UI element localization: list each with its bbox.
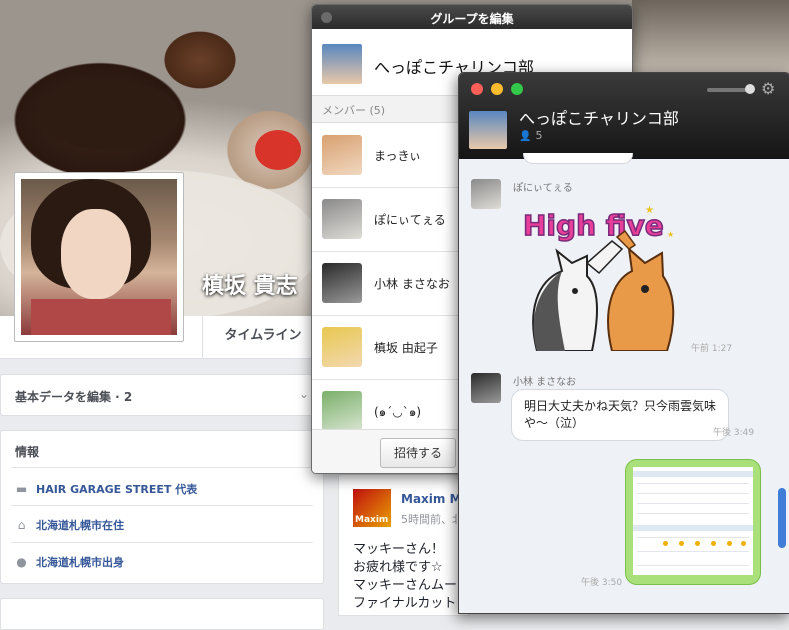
previous-message-bubble <box>523 153 633 164</box>
chat-group-name: へっぽこチャリンコ部 <box>519 109 679 128</box>
message-time: 午前 1:27 <box>691 344 733 354</box>
home-icon: ⌂ <box>17 517 26 532</box>
zoom-button[interactable] <box>511 83 523 95</box>
avatar[interactable] <box>471 179 501 209</box>
info-item-hometown[interactable]: ● 北海道札幌市出身 <box>15 552 124 572</box>
avatar[interactable]: Maxim <box>353 489 391 527</box>
tab-timeline[interactable]: タイムライン <box>202 316 323 358</box>
info-card: 情報 ▬ HAIR GARAGE STREET 代表 ⌂ 北海道札幌市在住 ● … <box>0 430 324 584</box>
avatar <box>322 199 362 239</box>
member-count[interactable]: 👤 5 <box>519 129 542 142</box>
group-avatar <box>469 111 507 149</box>
close-button[interactable] <box>471 83 483 95</box>
message-bubble[interactable]: 明日大丈夫かね天気？只今雨雲気味や〜（泣） <box>511 389 729 441</box>
basic-data-card[interactable]: 基本データを編集 · 2 ⌄ <box>0 374 324 416</box>
profile-photo <box>21 179 177 335</box>
message-time: 午後 3:49 <box>713 428 755 438</box>
member-name: ぽにぃてぇる <box>374 213 446 227</box>
chat-window: ⚙ へっぽこチャリンコ部 👤 5 ぽにぃてぇる High five ★ ★ 午前 1… <box>458 72 789 614</box>
avatar <box>322 327 362 367</box>
briefcase-icon: ▬ <box>15 481 28 496</box>
high-five-sticker[interactable]: High five ★ ★ <box>517 201 687 351</box>
info-header: 情報 <box>15 445 40 459</box>
info-item-work[interactable]: ▬ HAIR GARAGE STREET 代表 <box>15 479 197 499</box>
member-name: まっきぃ <box>374 149 422 163</box>
message-sender: 小林 まさなお <box>513 377 577 388</box>
gear-icon[interactable]: ⚙ <box>761 79 775 98</box>
svg-text:★: ★ <box>667 230 674 239</box>
location-pin-icon: ● <box>16 554 27 569</box>
slider-knob[interactable] <box>745 84 755 94</box>
basic-data-label: 基本データを編集 · 2 <box>15 390 133 404</box>
member-name: 小林 まさなお <box>374 277 450 291</box>
window-title: グループを編集 <box>430 12 514 26</box>
info-item-label[interactable]: 北海道札幌市出身 <box>36 554 124 570</box>
info-item-residence[interactable]: ⌂ 北海道札幌市在住 <box>15 515 124 535</box>
avatar <box>322 391 362 431</box>
title-bar[interactable]: グループを編集 <box>312 5 632 29</box>
chat-header[interactable]: ⚙ へっぽこチャリンコ部 👤 5 <box>459 73 789 159</box>
invite-button[interactable]: 招待する <box>380 438 456 468</box>
weather-forecast-image <box>633 467 753 575</box>
next-card <box>0 598 324 630</box>
message-time: 午後 3:50 <box>581 578 623 588</box>
cover-strawberry <box>255 130 301 170</box>
scrollbar[interactable] <box>777 173 787 613</box>
minimize-button[interactable] <box>491 83 503 95</box>
post-body: マッキーさん！ お疲れ様です☆ マッキーさんムー ファイナルカット <box>353 542 458 611</box>
person-icon: 👤 <box>519 131 532 142</box>
chevron-down-icon[interactable]: ⌄ <box>299 387 309 401</box>
image-message-bubble[interactable] <box>625 459 761 585</box>
member-name: 槙坂 由起子 <box>374 341 438 355</box>
profile-picture[interactable] <box>14 172 184 342</box>
cover-background <box>632 0 789 80</box>
message-sender: ぽにぃてぇる <box>513 183 573 194</box>
sticker-text: High five <box>523 209 664 242</box>
post-time[interactable]: 5時間前、北 <box>401 511 463 527</box>
avatar <box>322 263 362 303</box>
feed-post: Maxim Maxim Ma 5時間前、北 マッキーさん！ お疲れ様です☆ マッ… <box>338 474 470 616</box>
scrollbar-thumb[interactable] <box>778 488 786 548</box>
member-name: (๑´◡`๑) <box>374 405 422 419</box>
cover-cake <box>40 80 180 150</box>
info-item-label[interactable]: 北海道札幌市在住 <box>36 517 124 533</box>
profile-name: 槙坂 貴志 <box>202 274 298 299</box>
svg-text:★: ★ <box>645 205 654 216</box>
avatar[interactable] <box>471 373 501 403</box>
avatar <box>322 135 362 175</box>
info-item-label[interactable]: HAIR GARAGE STREET 代表 <box>36 481 197 497</box>
group-avatar <box>322 44 362 84</box>
